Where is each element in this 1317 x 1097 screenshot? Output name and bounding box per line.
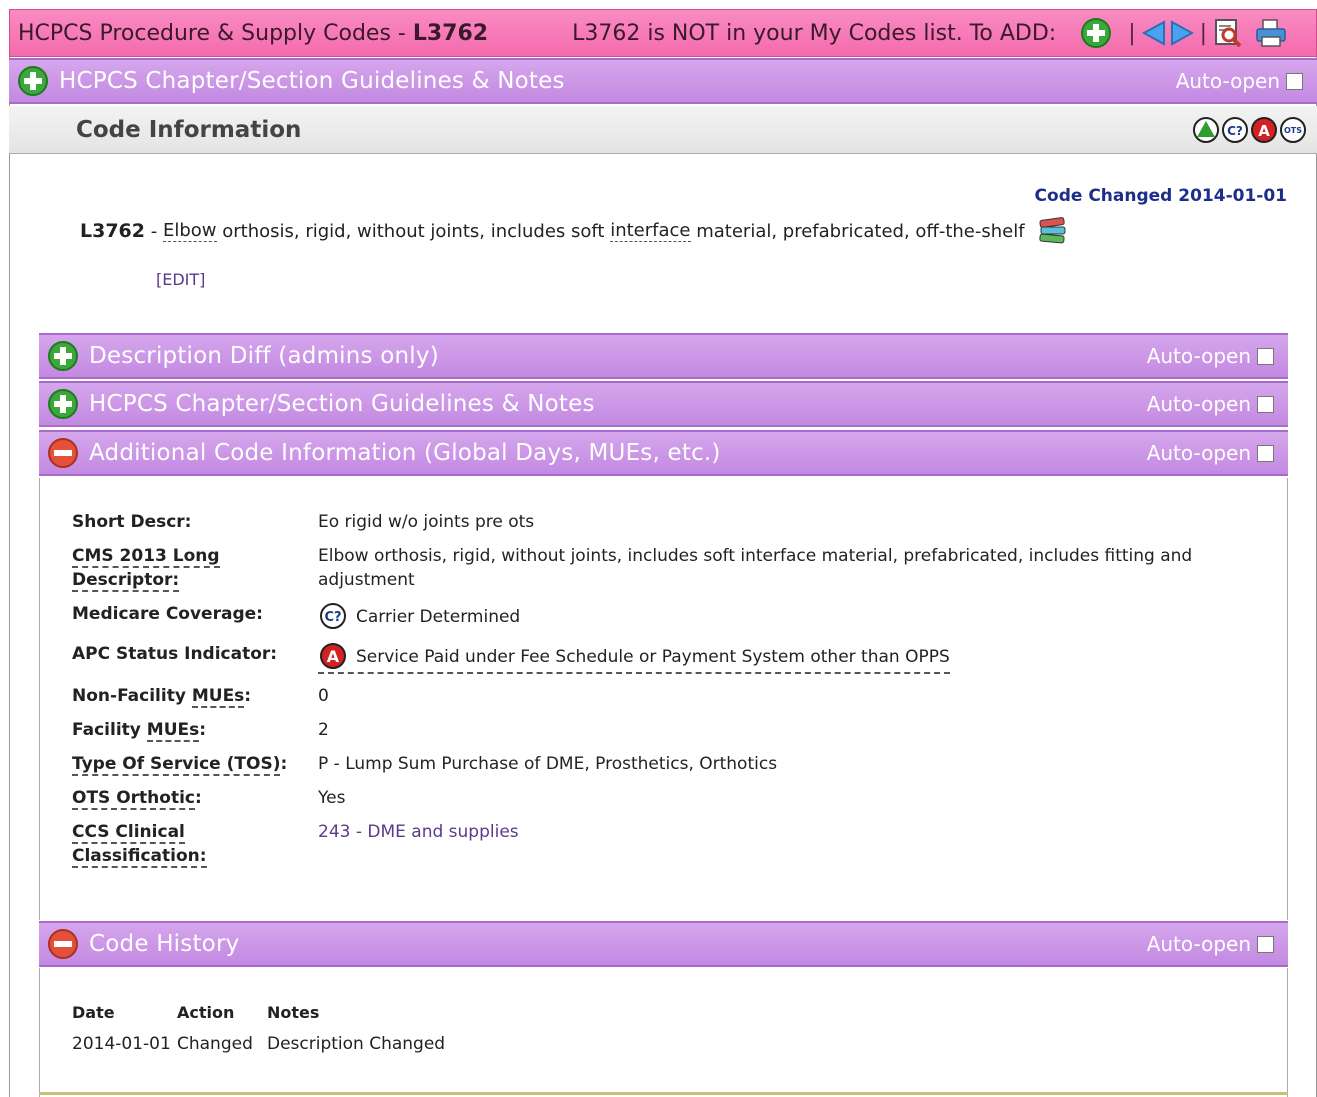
svg-text:OTS: OTS (1284, 126, 1302, 135)
apc-status-term[interactable]: A Service Paid under Fee Schedule or Pay… (318, 642, 950, 674)
prev-arrow-icon[interactable] (1141, 20, 1166, 46)
code-description-text: orthosis, rigid, without joints, include… (216, 220, 611, 242)
auto-open-checkbox[interactable] (1286, 72, 1303, 90)
info-value: P - Lump Sum Purchase of DME, Prosthetic… (318, 754, 778, 774)
my-codes-notice: L3762 is NOT in your My Codes list. To A… (572, 20, 1057, 46)
divider (39, 1092, 1288, 1095)
edit-link[interactable]: [EDIT] (156, 270, 205, 289)
info-row-short-descr: Short Descr: Eo rigid w/o joints pre ots (72, 510, 1218, 534)
ots-icon: OTS (1279, 116, 1307, 144)
glossary-term-interface[interactable]: interface (610, 220, 691, 242)
carrier-determined-icon: C? (318, 602, 348, 632)
svg-text:A: A (327, 647, 340, 666)
collapse-minus-icon[interactable] (47, 928, 79, 960)
auto-open-checkbox[interactable] (1257, 935, 1274, 953)
code-information-header: Code Information C? A OTS (9, 106, 1317, 154)
page-title: HCPCS Procedure & Supply Codes - L3762 (18, 20, 489, 46)
expand-plus-icon[interactable] (47, 388, 79, 420)
expand-plus-icon[interactable] (17, 65, 49, 97)
collapse-minus-icon[interactable] (47, 437, 79, 469)
info-row-apc: APC Status Indicator: A Service Paid und… (72, 642, 1218, 674)
info-row-facility-mues: Facility MUEs: 2 (72, 718, 1218, 742)
info-row-cms-long: CMS 2013 Long Descriptor: Elbow orthosis… (72, 544, 1218, 592)
auto-open-checkbox[interactable] (1257, 395, 1274, 413)
info-value: Eo rigid w/o joints pre ots (318, 512, 535, 532)
info-key: APC Status Indicator: (72, 644, 278, 664)
info-row-coverage: Medicare Coverage: C? Carrier Determined (72, 602, 1218, 632)
separator: | (1199, 20, 1208, 46)
code-value: L3762 (80, 220, 145, 242)
svg-text:C?: C? (1227, 124, 1243, 138)
column-header-action: Action (177, 1003, 235, 1022)
code-information-title: Code Information (76, 116, 302, 143)
books-icon[interactable] (1037, 216, 1069, 246)
history-notes: Description Changed (267, 1034, 446, 1054)
section-bar-guidelines-top[interactable]: HCPCS Chapter/Section Guidelines & Notes… (9, 58, 1317, 104)
carrier-determined-icon: C? (1221, 116, 1249, 144)
cms-long-descriptor-term[interactable]: CMS 2013 Long Descriptor: (72, 546, 220, 592)
print-icon[interactable] (1255, 18, 1287, 48)
section-title: HCPCS Chapter/Section Guidelines & Notes (59, 68, 565, 94)
next-arrow-icon[interactable] (1170, 20, 1194, 46)
green-triangle-icon (1192, 116, 1220, 144)
info-value: Service Paid under Fee Schedule or Payme… (356, 647, 950, 667)
section-title: Additional Code Information (Global Days… (89, 440, 721, 466)
table-header: Date Action Notes (72, 1003, 567, 1022)
section-title: Code History (89, 931, 240, 957)
table-row: 2014-01-01 Changed Description Changed (72, 1034, 567, 1054)
info-value: Carrier Determined (356, 607, 521, 627)
section-title: Description Diff (admins only) (89, 343, 439, 369)
info-row-ots: OTS Orthotic: Yes (72, 786, 1218, 810)
history-date: 2014-01-01 (72, 1034, 171, 1054)
separator: | (1128, 20, 1136, 46)
mues-term[interactable]: MUEs (191, 686, 245, 708)
info-value: Yes (318, 788, 346, 808)
code-description-line: L3762 - Elbow orthosis, rigid, without j… (80, 216, 1069, 246)
code-description-text-end: material, prefabricated, off-the-shelf (690, 220, 1025, 242)
add-icon[interactable] (1080, 17, 1112, 49)
section-bar-code-history[interactable]: Code History Auto-open (39, 921, 1288, 967)
ccs-term[interactable]: CCS Clinical Classification: (72, 822, 207, 868)
auto-open-label: Auto-open (1146, 441, 1251, 465)
section-bar-description-diff[interactable]: Description Diff (admins only) Auto-open (39, 333, 1288, 379)
auto-open-label: Auto-open (1146, 932, 1251, 956)
info-value: Elbow orthosis, rigid, without joints, i… (318, 546, 1193, 590)
auto-open-label: Auto-open (1146, 392, 1251, 416)
code-history-table: Date Action Notes 2014-01-01 Changed Des… (72, 1003, 567, 1054)
section-bar-additional-info[interactable]: Additional Code Information (Global Days… (39, 430, 1288, 476)
tos-term[interactable]: Type Of Service (TOS) (72, 754, 281, 776)
auto-open-checkbox[interactable] (1257, 444, 1274, 462)
info-row-nonfacility-mues: Non-Facility MUEs: 0 (72, 684, 1218, 708)
info-value: 0 (318, 686, 329, 706)
column-header-date: Date (72, 1003, 115, 1022)
glossary-term-elbow[interactable]: Elbow (162, 220, 217, 242)
ccs-link[interactable]: 243 - DME and supplies (318, 822, 519, 842)
history-action: Changed (177, 1034, 253, 1054)
auto-open-label: Auto-open (1175, 69, 1280, 93)
svg-text:A: A (1258, 122, 1270, 140)
apc-a-icon: A (1250, 116, 1278, 144)
code-changed-date: Code Changed 2014-01-01 (1034, 186, 1287, 206)
info-row-tos: Type Of Service (TOS): P - Lump Sum Purc… (72, 752, 1218, 776)
additional-info-table: Short Descr: Eo rigid w/o joints pre ots… (72, 510, 1218, 878)
section-title: HCPCS Chapter/Section Guidelines & Notes (89, 391, 595, 417)
info-row-ccs: CCS Clinical Classification: 243 - DME a… (72, 820, 1218, 868)
section-bar-guidelines[interactable]: HCPCS Chapter/Section Guidelines & Notes… (39, 381, 1288, 427)
svg-text:C?: C? (324, 610, 341, 625)
title-bar: HCPCS Procedure & Supply Codes - L3762 L… (9, 9, 1317, 57)
info-value: 2 (318, 720, 329, 740)
auto-open-label: Auto-open (1146, 344, 1251, 368)
mues-term[interactable]: MUEs (146, 720, 200, 742)
search-document-icon[interactable] (1213, 18, 1243, 48)
apc-a-icon: A (318, 642, 348, 672)
ots-term[interactable]: OTS Orthotic (72, 788, 195, 810)
info-key: Medicare Coverage: (72, 604, 263, 624)
column-header-notes: Notes (267, 1003, 320, 1022)
info-key: Short Descr: (72, 512, 192, 532)
auto-open-checkbox[interactable] (1257, 347, 1274, 365)
code-dash: - (145, 220, 163, 242)
expand-plus-icon[interactable] (47, 340, 79, 372)
